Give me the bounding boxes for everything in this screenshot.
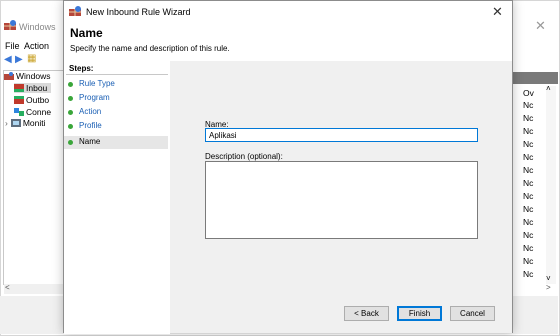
tree-item-connection[interactable]: Conne	[14, 107, 51, 117]
back-button[interactable]: < Back	[344, 306, 389, 321]
tree-root-label: Windows	[16, 71, 51, 81]
scroll-up-icon[interactable]: ˄	[546, 84, 551, 93]
list-cell: Nc	[523, 178, 534, 188]
step-complete-dot-icon	[68, 82, 73, 87]
background-close-icon[interactable]: ✕	[535, 18, 546, 34]
list-cell: Nc	[523, 126, 534, 136]
outbound-rules-icon	[14, 96, 24, 104]
close-icon[interactable]: ✕	[492, 4, 503, 20]
step-complete-dot-icon	[68, 96, 73, 101]
page-subtitle: Specify the name and description of this…	[70, 44, 230, 53]
forward-arrow-icon[interactable]: ▶	[15, 55, 23, 65]
rules-vertical-scrollbar[interactable]	[546, 86, 556, 284]
list-cell: Nc	[523, 165, 534, 175]
tree-outbound-label: Outbo	[26, 95, 50, 105]
finish-button[interactable]: Finish	[397, 306, 442, 321]
tree-item-inbound[interactable]: Inbou	[14, 83, 52, 93]
tree-item-outbound[interactable]: Outbo	[14, 95, 49, 105]
page-title: Name	[70, 26, 103, 40]
wizard-header: Name Specify the name and description of…	[64, 23, 512, 61]
firewall-icon	[69, 6, 81, 16]
tree-connection-label: Conne	[26, 107, 52, 117]
rules-list-header-bar	[512, 72, 558, 84]
menu-action[interactable]: Action	[24, 41, 49, 51]
step-label: Action	[79, 107, 102, 116]
list-cell: Nc	[523, 243, 534, 253]
tree-item-root[interactable]: Windows	[4, 71, 50, 81]
step-action[interactable]: Action	[64, 106, 168, 119]
scroll-left-icon[interactable]: <	[5, 283, 10, 292]
scroll-down-icon[interactable]: ˅	[546, 274, 551, 283]
step-label: Program	[79, 93, 110, 102]
wizard-title: New Inbound Rule Wizard	[86, 7, 191, 17]
column-header-ov[interactable]: Ov	[523, 88, 534, 98]
tree-item-monitoring[interactable]: › Moniti	[5, 118, 46, 128]
step-label: Rule Type	[79, 79, 115, 88]
expand-chevron-icon[interactable]: ›	[5, 118, 8, 128]
list-cell: Nc	[523, 152, 534, 162]
list-cell: Nc	[523, 269, 534, 279]
list-cell: Nc	[523, 230, 534, 240]
description-field-label: Description (optional):	[205, 152, 283, 161]
tree-inbound-label: Inbou	[26, 83, 48, 93]
step-complete-dot-icon	[68, 124, 73, 129]
list-cell: Nc	[523, 191, 534, 201]
step-profile[interactable]: Profile	[64, 120, 168, 133]
steps-label: Steps:	[69, 64, 94, 73]
list-cell: Nc	[523, 204, 534, 214]
cancel-button[interactable]: Cancel	[450, 306, 495, 321]
background-window-title: Windows	[19, 22, 56, 32]
list-cell: Nc	[523, 113, 534, 123]
firewall-icon	[4, 20, 16, 30]
inbound-rules-icon	[14, 84, 24, 92]
connection-security-icon	[14, 108, 24, 116]
step-rule-type[interactable]: Rule Type	[64, 78, 168, 91]
firewall-icon	[4, 72, 14, 80]
step-complete-dot-icon	[68, 110, 73, 115]
steps-divider	[66, 74, 168, 75]
description-input[interactable]	[205, 161, 478, 239]
list-cell: Nc	[523, 139, 534, 149]
step-label: Profile	[79, 121, 102, 130]
step-current-dot-icon	[68, 140, 73, 145]
step-program[interactable]: Program	[64, 92, 168, 105]
up-folder-icon[interactable]: ▦	[27, 54, 36, 64]
scroll-right-icon[interactable]: >	[546, 283, 551, 292]
new-inbound-rule-wizard: New Inbound Rule Wizard ✕ Name Specify t…	[63, 0, 513, 334]
name-input[interactable]	[205, 128, 478, 142]
list-cell: Nc	[523, 256, 534, 266]
wizard-content: Name: Description (optional): < Back Fin…	[170, 61, 512, 333]
list-cell: Nc	[523, 217, 534, 227]
step-label: Name	[79, 137, 101, 146]
tree-monitoring-label: Moniti	[22, 118, 46, 128]
list-cell: Nc	[523, 100, 534, 110]
monitoring-icon	[10, 119, 21, 127]
menu-file[interactable]: File	[5, 41, 20, 51]
steps-panel: Steps: Rule Type Program Action Profile …	[64, 61, 170, 334]
step-name[interactable]: Name	[64, 136, 168, 149]
tree-horizontal-scrollbar[interactable]	[4, 284, 66, 294]
back-arrow-icon[interactable]: ◀	[4, 55, 12, 65]
